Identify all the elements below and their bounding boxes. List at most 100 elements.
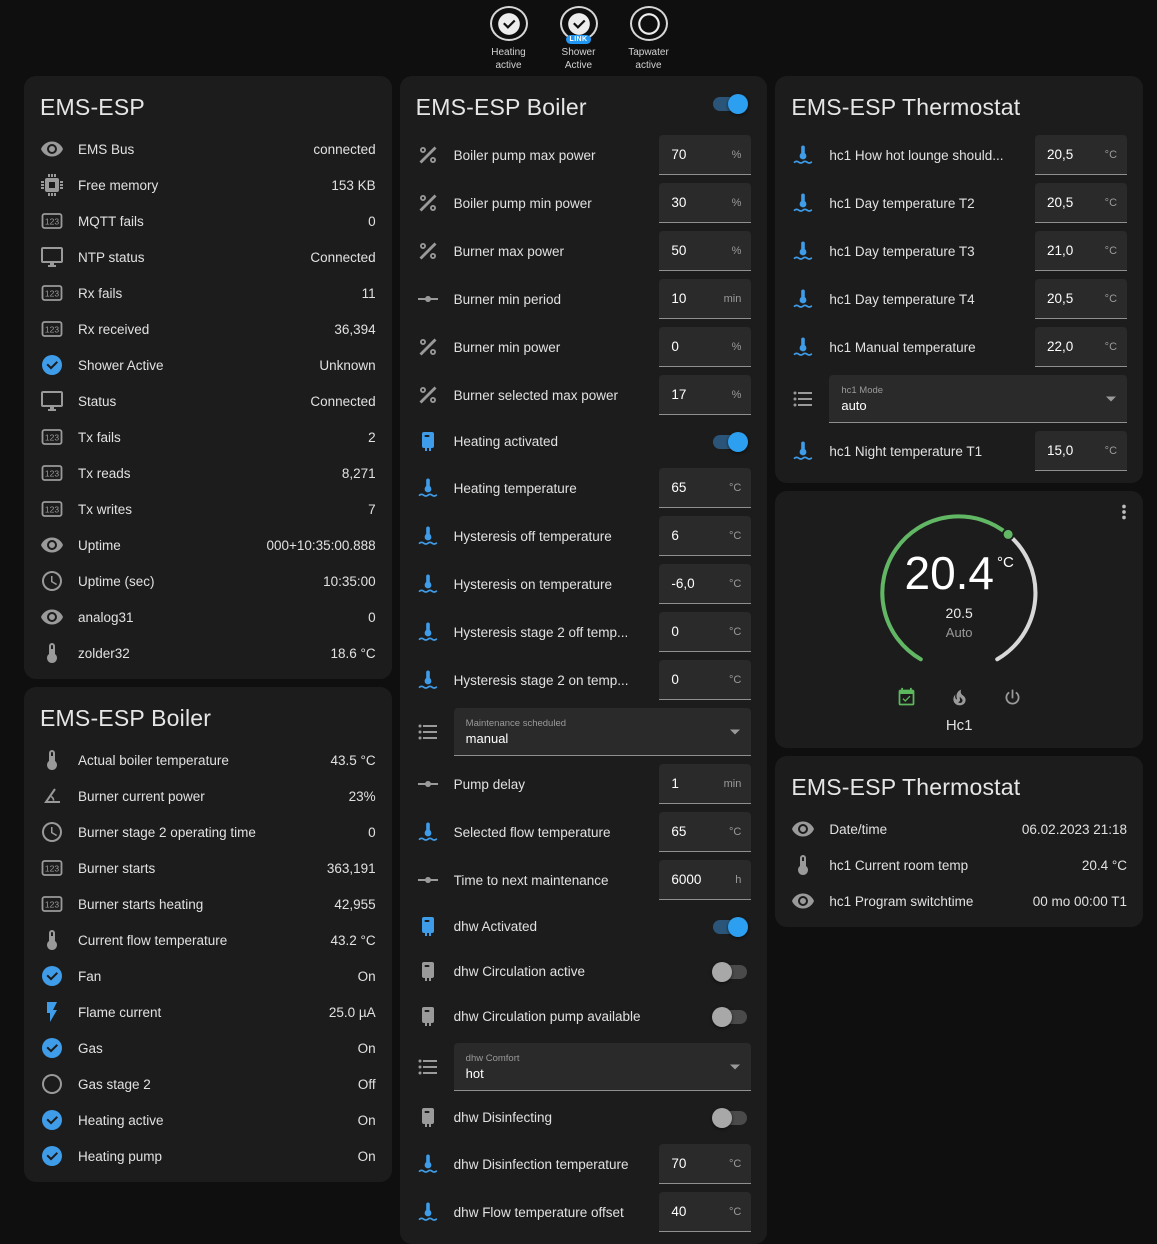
number-input[interactable]: 20,5°C <box>1035 135 1127 175</box>
entity-row[interactable]: Date/time06.02.2023 21:18 <box>775 811 1143 847</box>
svg-text:123: 123 <box>45 505 59 515</box>
entity-row[interactable]: 123Rx received36,394 <box>24 311 392 347</box>
number-input[interactable]: 40°C <box>659 1192 751 1232</box>
number-input[interactable]: 17% <box>659 375 751 415</box>
entity-name: hc1 Manual temperature <box>829 340 1021 355</box>
card-title: EMS-ESP <box>24 76 392 131</box>
number-input[interactable]: 20,5°C <box>1035 279 1127 319</box>
eye-icon <box>791 889 815 913</box>
number-input[interactable]: 70% <box>659 135 751 175</box>
entity-name: NTP status <box>78 250 290 265</box>
number-value: 65 <box>671 824 686 839</box>
entity-row[interactable]: Heating activeOn <box>24 1102 392 1138</box>
number-input[interactable]: 21,0°C <box>1035 231 1127 271</box>
toggle-switch[interactable] <box>713 1111 747 1125</box>
dots-vertical-icon[interactable] <box>1113 501 1135 523</box>
entity-value: 10:35:00 <box>323 574 376 589</box>
number-unit: °C <box>729 1158 741 1170</box>
entity-name: Gas <box>78 1041 338 1056</box>
calendar-check-icon[interactable] <box>896 687 917 708</box>
entity-row[interactable]: FanOn <box>24 958 392 994</box>
entity-row[interactable]: Burner current power23% <box>24 778 392 814</box>
number-unit: °C <box>1105 149 1117 161</box>
entity-row[interactable]: 123Burner starts363,191 <box>24 850 392 886</box>
select-input[interactable]: hc1 Modeauto <box>829 375 1127 423</box>
entity-row[interactable]: NTP statusConnected <box>24 239 392 275</box>
entity-value: 20.4 °C <box>1082 858 1127 873</box>
select-input[interactable]: dhw Comforthot <box>454 1043 752 1091</box>
entity-row[interactable]: EMS Busconnected <box>24 131 392 167</box>
badge-tapwater-active[interactable]: Tapwateractive <box>620 6 678 72</box>
toggle-switch[interactable] <box>713 920 747 934</box>
entity-row[interactable]: 123Rx fails11 <box>24 275 392 311</box>
entity-row[interactable]: 123Burner starts heating42,955 <box>24 886 392 922</box>
entity-name: Heating activated <box>454 434 700 449</box>
entity-row[interactable]: Actual boiler temperature43.5 °C <box>24 742 392 778</box>
entity-row[interactable]: 123MQTT fails0 <box>24 203 392 239</box>
entity-row[interactable]: Current flow temperature43.2 °C <box>24 922 392 958</box>
current-temperature: 20.4 °C <box>904 550 1013 596</box>
number-input[interactable]: 22,0°C <box>1035 327 1127 367</box>
number-input[interactable]: -6,0°C <box>659 564 751 604</box>
badge-shower-active[interactable]: LINKShowerActive <box>550 6 608 72</box>
entity-row[interactable]: StatusConnected <box>24 383 392 419</box>
entity-row[interactable]: 123Tx writes7 <box>24 491 392 527</box>
dial-text: 20.4 °C 20.5 Auto <box>869 503 1049 683</box>
toggle-switch[interactable] <box>713 1010 747 1024</box>
water-thermometer-icon <box>416 620 440 644</box>
entity-name: Uptime <box>78 538 246 553</box>
entity-row[interactable]: GasOn <box>24 1030 392 1066</box>
entity-row[interactable]: Flame current25.0 µA <box>24 994 392 1030</box>
percent-icon <box>416 143 440 167</box>
number-input[interactable]: 6000h <box>659 860 751 900</box>
number-input[interactable]: 50% <box>659 231 751 271</box>
toggle-switch[interactable] <box>713 965 747 979</box>
entity-row[interactable]: 123Tx fails2 <box>24 419 392 455</box>
water-thermometer-icon <box>416 668 440 692</box>
select-row: Maintenance scheduledmanual <box>400 704 768 760</box>
entity-row[interactable]: analog310 <box>24 599 392 635</box>
entity-row[interactable]: 123Tx reads8,271 <box>24 455 392 491</box>
power-icon[interactable] <box>1002 687 1023 708</box>
number-input[interactable]: 15,0°C <box>1035 431 1127 471</box>
number-input[interactable]: 65°C <box>659 812 751 852</box>
number-input[interactable]: 30% <box>659 183 751 223</box>
number-input[interactable]: 0% <box>659 327 751 367</box>
number-row: Pump delay1min <box>400 760 768 808</box>
water-thermometer-icon <box>416 820 440 844</box>
entity-name: Burner stage 2 operating time <box>78 825 348 840</box>
entity-row[interactable]: hc1 Current room temp20.4 °C <box>775 847 1143 883</box>
number-input[interactable]: 6°C <box>659 516 751 556</box>
number-input[interactable]: 70°C <box>659 1144 751 1184</box>
number-input[interactable]: 0°C <box>659 660 751 700</box>
entity-row[interactable]: Uptime (sec)10:35:00 <box>24 563 392 599</box>
number-input[interactable]: 20,5°C <box>1035 183 1127 223</box>
thermostat-dial[interactable]: 20.4 °C 20.5 Auto <box>869 503 1049 683</box>
entity-name: hc1 Day temperature T4 <box>829 292 1021 307</box>
entity-row[interactable]: Uptime000+10:35:00.888 <box>24 527 392 563</box>
card-title: EMS-ESP Boiler <box>24 687 392 742</box>
entity-row[interactable]: Gas stage 2Off <box>24 1066 392 1102</box>
number-input[interactable]: 10min <box>659 279 751 319</box>
fire-icon[interactable] <box>949 687 970 708</box>
entity-row[interactable]: Free memory153 KB <box>24 167 392 203</box>
select-input[interactable]: Maintenance scheduledmanual <box>454 708 752 756</box>
entity-value: On <box>358 1149 376 1164</box>
number-input[interactable]: 65°C <box>659 468 751 508</box>
entity-row[interactable]: hc1 Program switchtime00 mo 00:00 T1 <box>775 883 1143 919</box>
number-row: Burner max power50% <box>400 227 768 275</box>
number-unit: °C <box>1105 197 1117 209</box>
entity-value: 0 <box>368 610 376 625</box>
card-toggle-switch[interactable] <box>713 97 747 111</box>
entity-row[interactable]: Burner stage 2 operating time0 <box>24 814 392 850</box>
toggle-switch[interactable] <box>713 435 747 449</box>
badge-heating-active[interactable]: Heatingactive <box>480 6 538 72</box>
number-input[interactable]: 1min <box>659 764 751 804</box>
number-unit: °C <box>729 1206 741 1218</box>
number-input[interactable]: 0°C <box>659 612 751 652</box>
chevron-down-icon <box>1106 396 1116 401</box>
card-boiler-sensors: EMS-ESP Boiler Actual boiler temperature… <box>24 687 392 1182</box>
entity-value: 8,271 <box>342 466 376 481</box>
entity-row[interactable]: zolder3218.6 °C <box>24 635 392 671</box>
entity-row[interactable]: Shower ActiveUnknown <box>24 347 392 383</box>
